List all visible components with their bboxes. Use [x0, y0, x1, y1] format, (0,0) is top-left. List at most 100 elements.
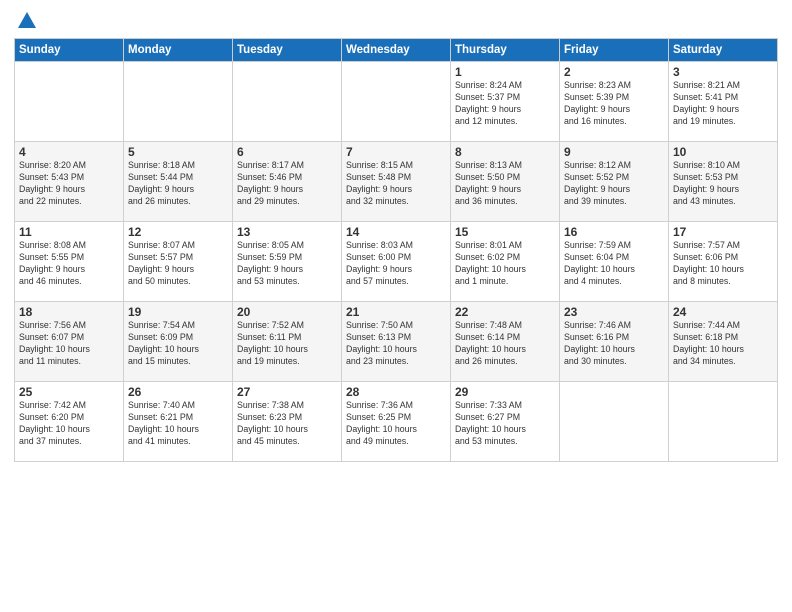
day-number: 18	[19, 305, 119, 319]
day-info: Sunrise: 8:23 AM Sunset: 5:39 PM Dayligh…	[564, 80, 664, 128]
day-number: 8	[455, 145, 555, 159]
calendar-week-row: 25Sunrise: 7:42 AM Sunset: 6:20 PM Dayli…	[15, 382, 778, 462]
calendar-cell: 18Sunrise: 7:56 AM Sunset: 6:07 PM Dayli…	[15, 302, 124, 382]
page: SundayMondayTuesdayWednesdayThursdayFrid…	[0, 0, 792, 612]
weekday-header-monday: Monday	[124, 39, 233, 62]
day-number: 3	[673, 65, 773, 79]
day-info: Sunrise: 7:38 AM Sunset: 6:23 PM Dayligh…	[237, 400, 337, 448]
day-info: Sunrise: 8:05 AM Sunset: 5:59 PM Dayligh…	[237, 240, 337, 288]
logo	[14, 10, 38, 32]
calendar-cell: 9Sunrise: 8:12 AM Sunset: 5:52 PM Daylig…	[560, 142, 669, 222]
day-number: 29	[455, 385, 555, 399]
day-info: Sunrise: 7:57 AM Sunset: 6:06 PM Dayligh…	[673, 240, 773, 288]
day-number: 4	[19, 145, 119, 159]
calendar-cell: 11Sunrise: 8:08 AM Sunset: 5:55 PM Dayli…	[15, 222, 124, 302]
calendar-header-row: SundayMondayTuesdayWednesdayThursdayFrid…	[15, 39, 778, 62]
day-info: Sunrise: 8:01 AM Sunset: 6:02 PM Dayligh…	[455, 240, 555, 288]
day-info: Sunrise: 7:52 AM Sunset: 6:11 PM Dayligh…	[237, 320, 337, 368]
day-number: 24	[673, 305, 773, 319]
weekday-header-tuesday: Tuesday	[233, 39, 342, 62]
day-info: Sunrise: 8:08 AM Sunset: 5:55 PM Dayligh…	[19, 240, 119, 288]
calendar-cell	[560, 382, 669, 462]
weekday-header-saturday: Saturday	[669, 39, 778, 62]
calendar-cell: 27Sunrise: 7:38 AM Sunset: 6:23 PM Dayli…	[233, 382, 342, 462]
calendar-cell: 15Sunrise: 8:01 AM Sunset: 6:02 PM Dayli…	[451, 222, 560, 302]
day-info: Sunrise: 7:59 AM Sunset: 6:04 PM Dayligh…	[564, 240, 664, 288]
calendar-cell: 5Sunrise: 8:18 AM Sunset: 5:44 PM Daylig…	[124, 142, 233, 222]
calendar-cell	[124, 62, 233, 142]
calendar-cell: 1Sunrise: 8:24 AM Sunset: 5:37 PM Daylig…	[451, 62, 560, 142]
day-number: 12	[128, 225, 228, 239]
calendar-cell: 6Sunrise: 8:17 AM Sunset: 5:46 PM Daylig…	[233, 142, 342, 222]
day-info: Sunrise: 8:12 AM Sunset: 5:52 PM Dayligh…	[564, 160, 664, 208]
calendar-week-row: 11Sunrise: 8:08 AM Sunset: 5:55 PM Dayli…	[15, 222, 778, 302]
calendar-cell: 29Sunrise: 7:33 AM Sunset: 6:27 PM Dayli…	[451, 382, 560, 462]
day-number: 20	[237, 305, 337, 319]
day-info: Sunrise: 7:56 AM Sunset: 6:07 PM Dayligh…	[19, 320, 119, 368]
day-info: Sunrise: 8:07 AM Sunset: 5:57 PM Dayligh…	[128, 240, 228, 288]
day-info: Sunrise: 8:03 AM Sunset: 6:00 PM Dayligh…	[346, 240, 446, 288]
calendar-cell: 7Sunrise: 8:15 AM Sunset: 5:48 PM Daylig…	[342, 142, 451, 222]
day-info: Sunrise: 7:33 AM Sunset: 6:27 PM Dayligh…	[455, 400, 555, 448]
day-number: 5	[128, 145, 228, 159]
calendar-week-row: 1Sunrise: 8:24 AM Sunset: 5:37 PM Daylig…	[15, 62, 778, 142]
day-info: Sunrise: 8:15 AM Sunset: 5:48 PM Dayligh…	[346, 160, 446, 208]
calendar-cell: 2Sunrise: 8:23 AM Sunset: 5:39 PM Daylig…	[560, 62, 669, 142]
day-number: 6	[237, 145, 337, 159]
calendar-cell: 20Sunrise: 7:52 AM Sunset: 6:11 PM Dayli…	[233, 302, 342, 382]
day-info: Sunrise: 8:10 AM Sunset: 5:53 PM Dayligh…	[673, 160, 773, 208]
day-number: 25	[19, 385, 119, 399]
day-number: 14	[346, 225, 446, 239]
day-number: 19	[128, 305, 228, 319]
day-number: 1	[455, 65, 555, 79]
day-info: Sunrise: 7:50 AM Sunset: 6:13 PM Dayligh…	[346, 320, 446, 368]
day-info: Sunrise: 8:18 AM Sunset: 5:44 PM Dayligh…	[128, 160, 228, 208]
calendar-cell	[15, 62, 124, 142]
calendar-cell	[342, 62, 451, 142]
calendar-week-row: 18Sunrise: 7:56 AM Sunset: 6:07 PM Dayli…	[15, 302, 778, 382]
weekday-header-thursday: Thursday	[451, 39, 560, 62]
day-number: 7	[346, 145, 446, 159]
calendar-cell: 16Sunrise: 7:59 AM Sunset: 6:04 PM Dayli…	[560, 222, 669, 302]
weekday-header-sunday: Sunday	[15, 39, 124, 62]
day-number: 22	[455, 305, 555, 319]
weekday-header-friday: Friday	[560, 39, 669, 62]
calendar-cell: 19Sunrise: 7:54 AM Sunset: 6:09 PM Dayli…	[124, 302, 233, 382]
day-info: Sunrise: 7:42 AM Sunset: 6:20 PM Dayligh…	[19, 400, 119, 448]
day-number: 15	[455, 225, 555, 239]
calendar-cell: 17Sunrise: 7:57 AM Sunset: 6:06 PM Dayli…	[669, 222, 778, 302]
calendar-cell: 21Sunrise: 7:50 AM Sunset: 6:13 PM Dayli…	[342, 302, 451, 382]
calendar-cell: 4Sunrise: 8:20 AM Sunset: 5:43 PM Daylig…	[15, 142, 124, 222]
calendar-cell: 8Sunrise: 8:13 AM Sunset: 5:50 PM Daylig…	[451, 142, 560, 222]
header	[14, 10, 778, 32]
calendar-cell: 13Sunrise: 8:05 AM Sunset: 5:59 PM Dayli…	[233, 222, 342, 302]
day-number: 21	[346, 305, 446, 319]
calendar-cell: 14Sunrise: 8:03 AM Sunset: 6:00 PM Dayli…	[342, 222, 451, 302]
day-number: 10	[673, 145, 773, 159]
day-number: 27	[237, 385, 337, 399]
calendar-cell: 28Sunrise: 7:36 AM Sunset: 6:25 PM Dayli…	[342, 382, 451, 462]
day-info: Sunrise: 8:21 AM Sunset: 5:41 PM Dayligh…	[673, 80, 773, 128]
day-number: 23	[564, 305, 664, 319]
day-number: 16	[564, 225, 664, 239]
day-number: 9	[564, 145, 664, 159]
day-info: Sunrise: 7:36 AM Sunset: 6:25 PM Dayligh…	[346, 400, 446, 448]
weekday-header-wednesday: Wednesday	[342, 39, 451, 62]
day-info: Sunrise: 7:44 AM Sunset: 6:18 PM Dayligh…	[673, 320, 773, 368]
day-info: Sunrise: 8:24 AM Sunset: 5:37 PM Dayligh…	[455, 80, 555, 128]
calendar-cell: 3Sunrise: 8:21 AM Sunset: 5:41 PM Daylig…	[669, 62, 778, 142]
day-info: Sunrise: 7:48 AM Sunset: 6:14 PM Dayligh…	[455, 320, 555, 368]
day-info: Sunrise: 7:40 AM Sunset: 6:21 PM Dayligh…	[128, 400, 228, 448]
calendar-cell: 10Sunrise: 8:10 AM Sunset: 5:53 PM Dayli…	[669, 142, 778, 222]
day-info: Sunrise: 8:17 AM Sunset: 5:46 PM Dayligh…	[237, 160, 337, 208]
day-info: Sunrise: 8:20 AM Sunset: 5:43 PM Dayligh…	[19, 160, 119, 208]
calendar-cell: 25Sunrise: 7:42 AM Sunset: 6:20 PM Dayli…	[15, 382, 124, 462]
day-info: Sunrise: 7:54 AM Sunset: 6:09 PM Dayligh…	[128, 320, 228, 368]
logo-icon	[16, 10, 38, 32]
calendar-cell: 12Sunrise: 8:07 AM Sunset: 5:57 PM Dayli…	[124, 222, 233, 302]
calendar-cell: 23Sunrise: 7:46 AM Sunset: 6:16 PM Dayli…	[560, 302, 669, 382]
day-info: Sunrise: 7:46 AM Sunset: 6:16 PM Dayligh…	[564, 320, 664, 368]
day-number: 13	[237, 225, 337, 239]
calendar-week-row: 4Sunrise: 8:20 AM Sunset: 5:43 PM Daylig…	[15, 142, 778, 222]
day-number: 11	[19, 225, 119, 239]
